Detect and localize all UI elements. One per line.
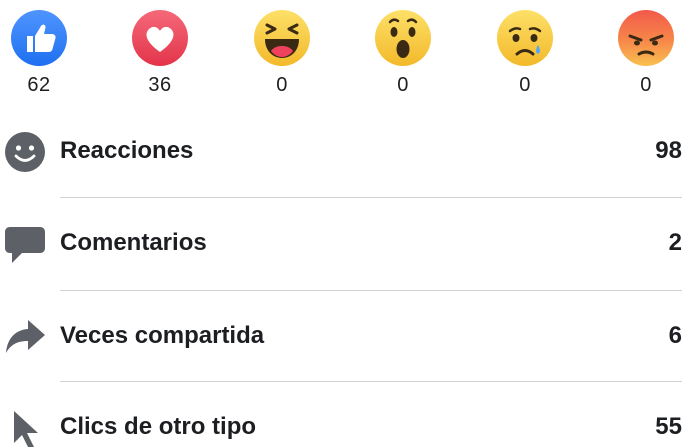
stat-value: 2 <box>668 229 682 256</box>
wow-count: 0 <box>397 74 409 96</box>
reaction-like[interactable]: 62 <box>0 10 84 100</box>
reaction-haha[interactable]: 0 <box>237 10 327 100</box>
stat-row-shares[interactable]: Veces compartida 6 <box>0 306 686 366</box>
angry-reaction-icon <box>618 10 674 66</box>
stat-label: Veces compartida <box>60 322 265 349</box>
like-reaction-icon <box>11 10 67 66</box>
cursor-icon <box>4 407 46 447</box>
post-insights: 62 36 0 0 0 0 Reacciones 98 Comentarios … <box>0 0 686 447</box>
love-count: 36 <box>148 74 172 96</box>
divider <box>60 197 682 198</box>
like-count: 62 <box>27 74 51 96</box>
divider <box>60 381 682 382</box>
wow-reaction-icon <box>375 10 431 66</box>
comment-icon <box>4 223 46 265</box>
stat-row-other-clicks[interactable]: Clics de otro tipo 55 <box>0 397 686 447</box>
smiley-icon <box>4 131 46 173</box>
divider <box>60 290 682 291</box>
stat-value: 55 <box>655 413 682 440</box>
stat-row-reactions[interactable]: Reacciones 98 <box>0 121 686 181</box>
reactions-strip: 62 36 0 0 0 0 <box>0 10 686 100</box>
stat-value: 6 <box>668 322 682 349</box>
reaction-angry[interactable]: 0 <box>601 10 686 100</box>
angry-count: 0 <box>640 74 652 96</box>
stat-row-comments[interactable]: Comentarios 2 <box>0 213 686 273</box>
stat-label: Reacciones <box>60 137 194 164</box>
stat-label: Clics de otro tipo <box>60 413 257 440</box>
sad-reaction-icon <box>497 10 553 66</box>
haha-reaction-icon <box>254 10 310 66</box>
sad-count: 0 <box>519 74 531 96</box>
love-reaction-icon <box>132 10 188 66</box>
reaction-wow[interactable]: 0 <box>358 10 448 100</box>
reaction-love[interactable]: 36 <box>115 10 205 100</box>
share-arrow-icon <box>4 316 46 358</box>
stat-label: Comentarios <box>60 229 207 256</box>
haha-count: 0 <box>276 74 288 96</box>
stat-value: 98 <box>655 137 682 164</box>
reaction-sad[interactable]: 0 <box>480 10 570 100</box>
